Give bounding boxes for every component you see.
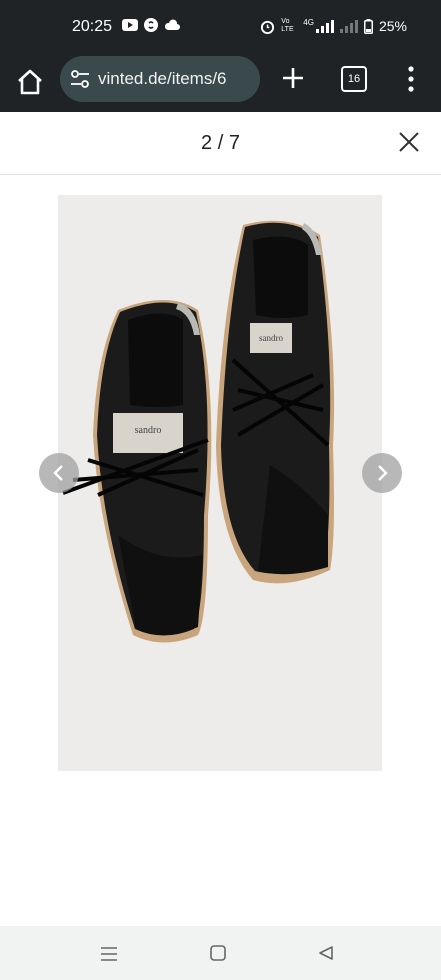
url-bar[interactable]: vinted.de/items/6 — [60, 56, 260, 102]
status-bar: 20:25 Vo LTE 4G 25% — [0, 0, 441, 56]
cloud-icon — [164, 19, 180, 30]
sneakers-image: sandro sandro — [58, 195, 382, 771]
system-nav-bar — [0, 926, 441, 980]
right-shoe: sandro — [216, 220, 335, 584]
recents-icon[interactable] — [100, 946, 118, 962]
image-viewer-header: 2 / 7 — [0, 112, 441, 175]
close-icon[interactable] — [397, 130, 421, 154]
plus-icon[interactable] — [278, 63, 308, 93]
youtube-icon — [122, 19, 138, 31]
volte-icon: Vo LTE — [281, 18, 294, 33]
chevron-left-icon — [53, 465, 63, 481]
product-photo: sandro sandro — [58, 195, 382, 771]
notification-icons — [122, 18, 180, 32]
tabs-icon[interactable]: 16 — [341, 66, 367, 92]
more-vert-icon[interactable] — [404, 64, 418, 94]
previous-image-button[interactable] — [39, 453, 79, 493]
brand-tag-right: sandro — [259, 333, 283, 343]
chevron-right-icon — [378, 465, 388, 481]
brand-tag-left: sandro — [135, 425, 162, 436]
shazam-icon — [144, 18, 158, 32]
back-triangle-icon[interactable] — [318, 945, 334, 961]
tune-icon[interactable] — [70, 69, 90, 89]
signal-icon-2 — [339, 20, 358, 33]
status-time: 20:25 — [72, 18, 113, 35]
browser-toolbar: vinted.de/items/6 16 — [0, 56, 441, 112]
home-icon[interactable] — [14, 66, 46, 98]
image-counter: 2 / 7 — [201, 132, 240, 154]
network-label: 4G — [303, 17, 314, 27]
battery-percent: 25% — [378, 18, 407, 34]
url-text[interactable]: vinted.de/items/6 — [98, 69, 252, 89]
signal-icon — [315, 20, 334, 33]
alarm-icon — [261, 20, 275, 34]
home-square-icon[interactable] — [210, 945, 226, 961]
battery-icon — [363, 18, 373, 34]
status-right: Vo LTE 4G 25% — [260, 18, 407, 34]
next-image-button[interactable] — [362, 453, 402, 493]
